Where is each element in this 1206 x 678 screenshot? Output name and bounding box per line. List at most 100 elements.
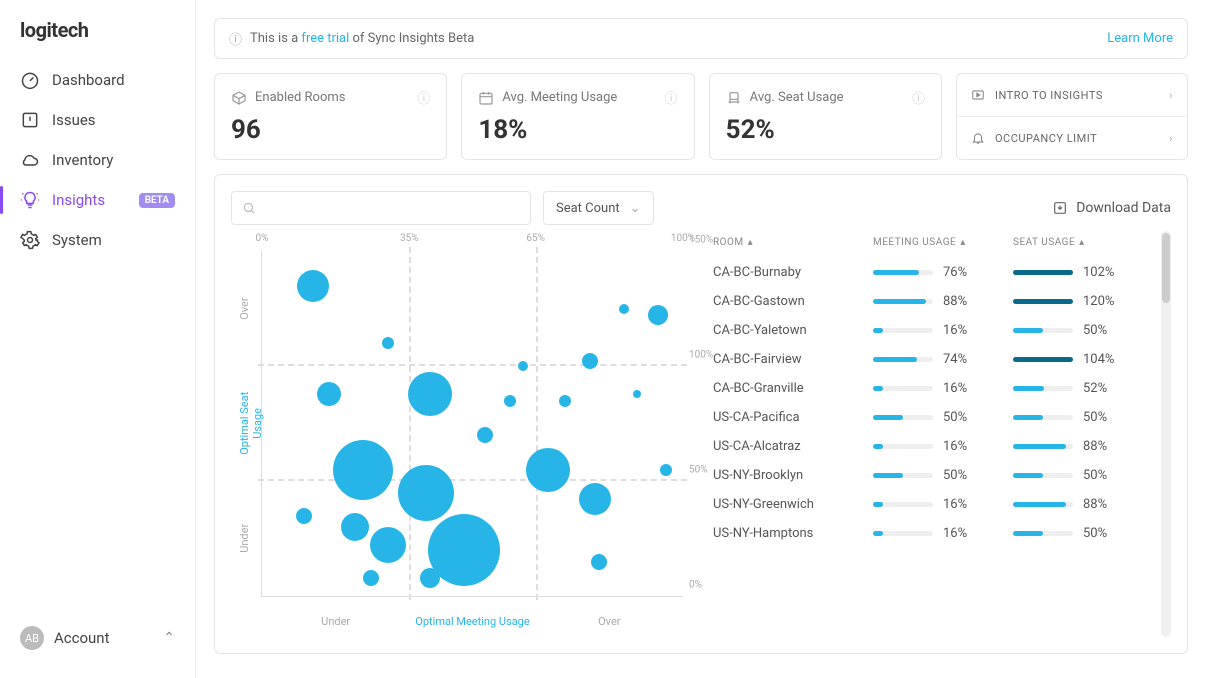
- meeting-usage-cell: 76%: [873, 265, 1013, 280]
- kpi-value: 18%: [478, 115, 677, 145]
- y-axis-label: Under: [238, 497, 251, 580]
- download-icon: [1052, 200, 1068, 216]
- bar-fill: [873, 386, 883, 391]
- account-menu[interactable]: AB Account ⌃: [0, 616, 195, 660]
- sidebar-item-issues[interactable]: Issues: [0, 100, 195, 140]
- bubble[interactable]: [660, 464, 672, 476]
- sidebar-item-dashboard[interactable]: Dashboard: [0, 60, 195, 100]
- table-row[interactable]: CA-BC-Yaletown16%50%: [713, 316, 1153, 345]
- bubble[interactable]: [370, 527, 406, 563]
- insights-panel: Seat Count ⌄ Download Data 0%35%65%100%0…: [214, 174, 1188, 654]
- kpi-avg-meeting: Avg. Meeting Usage ⓘ 18%: [461, 73, 694, 160]
- bubble[interactable]: [363, 570, 379, 586]
- download-data-button[interactable]: Download Data: [1052, 200, 1171, 216]
- bubble[interactable]: [633, 390, 641, 398]
- bulb-icon: [20, 190, 40, 210]
- bubble[interactable]: [591, 554, 607, 570]
- scrollbar[interactable]: [1161, 231, 1171, 637]
- su-value: 102%: [1083, 265, 1114, 280]
- kpi-value: 52%: [726, 115, 925, 145]
- bubble[interactable]: [582, 353, 598, 369]
- seat-usage-cell: 104%: [1013, 352, 1153, 367]
- table-row[interactable]: US-NY-Hamptons16%50%: [713, 519, 1153, 548]
- bubble[interactable]: [317, 382, 341, 406]
- bar-track: [1013, 502, 1073, 507]
- x-axis-label: Under: [321, 615, 350, 628]
- bar-track: [1013, 531, 1073, 536]
- bubble[interactable]: [333, 440, 393, 500]
- bubble[interactable]: [559, 395, 571, 407]
- table-row[interactable]: CA-BC-Granville16%52%: [713, 374, 1153, 403]
- info-icon[interactable]: ⓘ: [417, 88, 430, 107]
- bubble[interactable]: [526, 448, 570, 492]
- bar-track: [1013, 299, 1073, 304]
- mu-value: 74%: [943, 352, 967, 367]
- learn-more-link[interactable]: Learn More: [1107, 31, 1173, 46]
- seat-usage-cell: 50%: [1013, 323, 1153, 338]
- sidebar-item-insights[interactable]: InsightsBETA: [0, 180, 195, 220]
- bar-track: [1013, 415, 1073, 420]
- meeting-usage-cell: 74%: [873, 352, 1013, 367]
- table-row[interactable]: US-NY-Greenwich16%88%: [713, 490, 1153, 519]
- bubble[interactable]: [504, 395, 516, 407]
- bar-fill: [1013, 473, 1043, 478]
- nav-label: Issues: [52, 111, 96, 129]
- su-value: 104%: [1083, 352, 1114, 367]
- intro-insights-link[interactable]: INTRO TO INSIGHTS ›: [957, 74, 1187, 116]
- table-row[interactable]: CA-BC-Burnaby76% 102%: [713, 258, 1153, 287]
- bubble[interactable]: [420, 568, 440, 588]
- col-seat-usage[interactable]: SEAT USAGE ▴: [1013, 237, 1153, 248]
- table-row[interactable]: CA-BC-Gastown88%120%: [713, 287, 1153, 316]
- y-axis-label: Over: [238, 267, 251, 350]
- su-value: 50%: [1083, 410, 1107, 425]
- bar-track: [873, 415, 933, 420]
- su-value: 88%: [1083, 439, 1107, 454]
- sidebar-item-system[interactable]: System: [0, 220, 195, 260]
- bar-track: [873, 270, 933, 275]
- sort-icon: ▴: [960, 237, 966, 248]
- bubble[interactable]: [296, 508, 312, 524]
- bar-fill: [873, 444, 883, 449]
- bar-track: [873, 444, 933, 449]
- seat-usage-cell: 102%: [1013, 265, 1153, 280]
- occupancy-limit-link[interactable]: OCCUPANCY LIMIT ›: [957, 116, 1187, 159]
- nav-label: System: [52, 231, 102, 249]
- bubble[interactable]: [398, 465, 454, 521]
- bar-fill: [873, 502, 883, 507]
- info-icon[interactable]: ⓘ: [912, 88, 925, 107]
- bubble[interactable]: [408, 372, 452, 416]
- meeting-usage-cell: 16%: [873, 497, 1013, 512]
- seat-count-dropdown[interactable]: Seat Count ⌄: [543, 191, 654, 225]
- bubble[interactable]: [518, 361, 528, 371]
- meeting-usage-cell: 16%: [873, 381, 1013, 396]
- scrollbar-thumb[interactable]: [1162, 233, 1170, 303]
- bubble[interactable]: [648, 305, 668, 325]
- room-name: US-CA-Alcatraz: [713, 439, 873, 454]
- bubble[interactable]: [341, 513, 369, 541]
- su-value: 52%: [1083, 381, 1107, 396]
- table-row[interactable]: US-CA-Pacifica50%50%: [713, 403, 1153, 432]
- trial-link[interactable]: free trial: [301, 31, 349, 46]
- bubble[interactable]: [579, 483, 611, 515]
- sidebar-item-inventory[interactable]: Inventory: [0, 140, 195, 180]
- col-meeting-usage[interactable]: MEETING USAGE ▴: [873, 237, 1013, 248]
- col-room[interactable]: ROOM ▴: [713, 237, 873, 248]
- table-row[interactable]: US-NY-Brooklyn50%50%: [713, 461, 1153, 490]
- bubble[interactable]: [297, 270, 329, 302]
- table-row[interactable]: CA-BC-Fairview74%104%: [713, 345, 1153, 374]
- mu-value: 16%: [943, 323, 967, 338]
- room-name: US-CA-Pacifica: [713, 410, 873, 425]
- kpi-avg-seat: Avg. Seat Usage ⓘ 52%: [709, 73, 942, 160]
- bubble[interactable]: [477, 427, 493, 443]
- room-name: CA-BC-Burnaby: [713, 265, 873, 280]
- bubble[interactable]: [619, 304, 629, 314]
- su-value: 88%: [1083, 497, 1107, 512]
- info-icon[interactable]: ⓘ: [665, 88, 678, 107]
- kpi-label: Avg. Meeting Usage: [502, 90, 617, 105]
- seat-usage-cell: 88%: [1013, 439, 1153, 454]
- bubble[interactable]: [382, 337, 394, 349]
- bar-track: [1013, 473, 1073, 478]
- usage-bubble-chart: 0%35%65%100%0%50%100%150%UnderOptimal Me…: [231, 231, 693, 637]
- search-input[interactable]: [231, 191, 531, 225]
- table-row[interactable]: US-CA-Alcatraz16%88%: [713, 432, 1153, 461]
